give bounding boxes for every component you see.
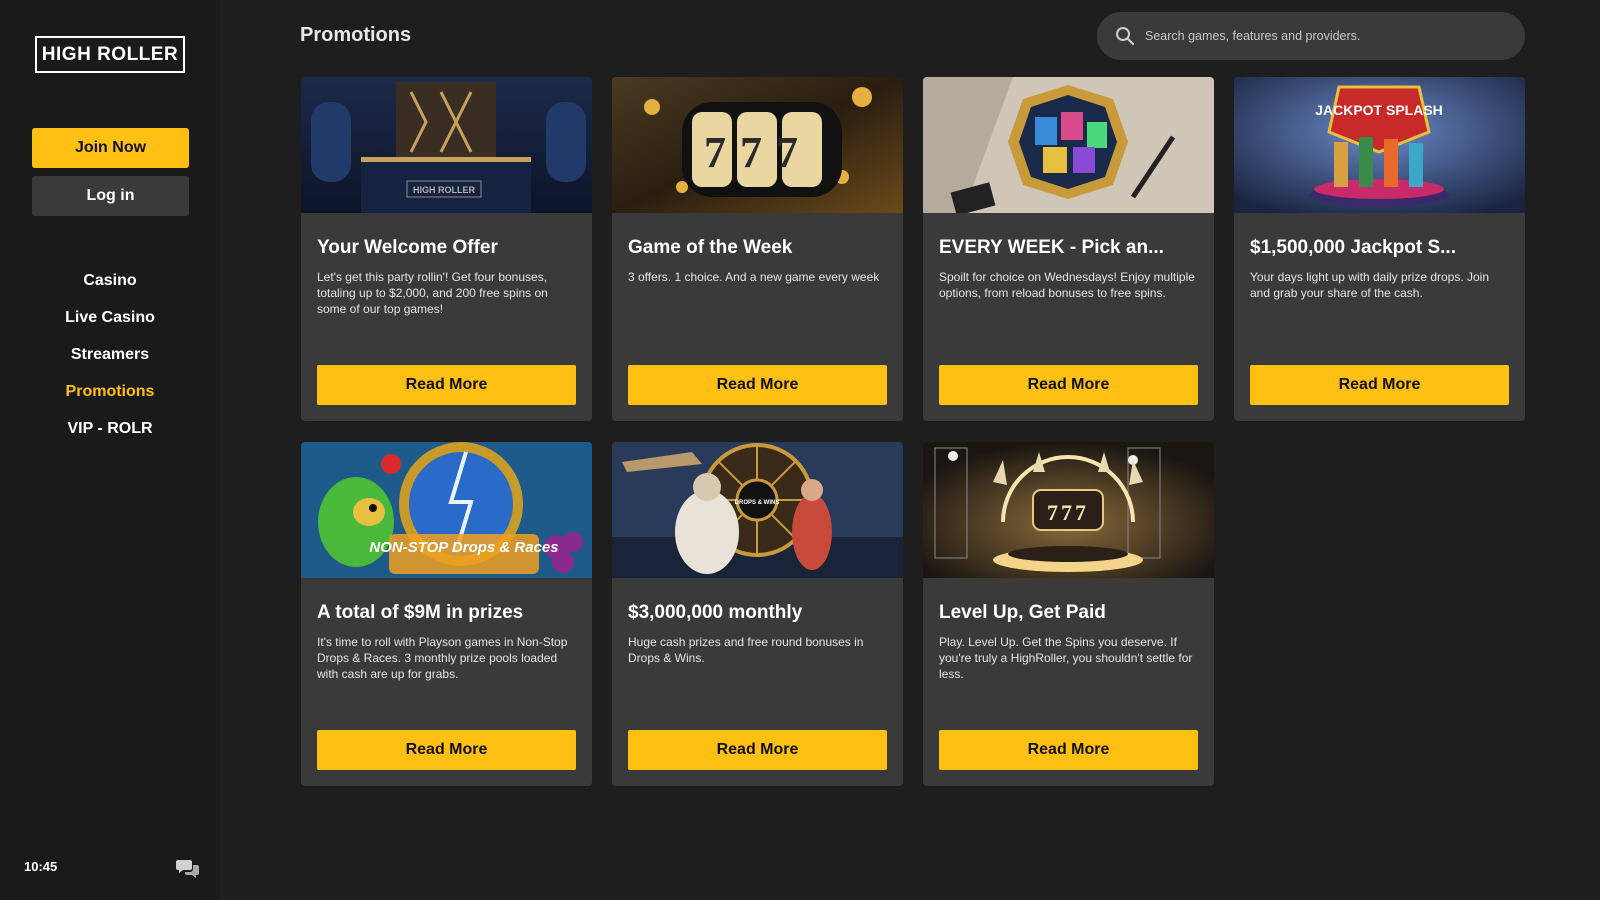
promo-image-drops-and-wins: DROPS & WINS: [612, 442, 903, 578]
read-more-button[interactable]: Read More: [628, 730, 887, 770]
promo-card-drops-and-wins[interactable]: DROPS & WINS $3,000,000 monthly Huge cas…: [612, 442, 903, 786]
read-more-button[interactable]: Read More: [1250, 365, 1509, 405]
promo-description: Play. Level Up. Get the Spins you deserv…: [939, 635, 1193, 681]
promo-title: Game of the Week: [628, 237, 793, 258]
image-drops-wins-text: DROPS & WINS: [735, 500, 780, 506]
promo-title: A total of $9M in prizes: [317, 602, 524, 623]
promo-description: Spoilt for choice on Wednesdays! Enjoy m…: [939, 270, 1195, 300]
join-now-button[interactable]: Join Now: [32, 128, 189, 168]
read-more-button[interactable]: Read More: [317, 365, 576, 405]
read-more-button[interactable]: Read More: [317, 730, 576, 770]
promo-image-jackpot-splash: JACKPOT SPLASH: [1234, 77, 1525, 213]
read-more-button[interactable]: Read More: [939, 365, 1198, 405]
promo-title: Level Up, Get Paid: [939, 602, 1106, 623]
sidebar: HIGH ROLLER Join Now Log in Casino Live …: [0, 0, 220, 900]
promo-description: Your days light up with daily prize drop…: [1250, 270, 1490, 300]
search-bar[interactable]: [1097, 12, 1525, 60]
image-jackpot-text: JACKPOT SPLASH: [1315, 102, 1443, 118]
page-title: Promotions: [300, 24, 412, 46]
promo-title: EVERY WEEK - Pick an...: [939, 237, 1164, 258]
promo-image-game-box: [923, 77, 1214, 213]
chat-icon[interactable]: [176, 857, 200, 879]
promo-card-welcome-offer[interactable]: HIGH ROLLER Your Welcome Offer Let's get…: [301, 77, 592, 421]
image-777-text: 777: [704, 128, 812, 177]
nav-item-promotions[interactable]: Promotions: [0, 373, 220, 410]
log-in-button[interactable]: Log in: [32, 176, 189, 216]
promo-card-non-stop-drops[interactable]: NON-STOP Drops & Races A total of $9M in…: [301, 442, 592, 786]
nav-item-live-casino[interactable]: Live Casino: [0, 299, 220, 336]
promo-image-welcome-offer: HIGH ROLLER: [301, 77, 592, 213]
nav-item-streamers[interactable]: Streamers: [0, 336, 220, 373]
promo-description: Let's get this party rollin'! Get four b…: [317, 270, 548, 316]
image-non-stop-text: NON-STOP Drops & Races: [369, 539, 558, 556]
promo-image-level-up: 777: [923, 442, 1214, 578]
promo-title: $3,000,000 monthly: [628, 602, 803, 623]
promo-card-level-up[interactable]: 777 Level Up, Get Paid Play. Level Up. G…: [923, 442, 1214, 786]
clock: 10:45: [24, 859, 58, 874]
promo-title: Your Welcome Offer: [317, 237, 498, 258]
promo-card-every-week[interactable]: EVERY WEEK - Pick an... Spoilt for choic…: [923, 77, 1214, 421]
nav-item-casino[interactable]: Casino: [0, 262, 220, 299]
promo-description: Huge cash prizes and free round bonuses …: [628, 635, 864, 665]
image-777-text: 777: [1047, 500, 1089, 525]
promo-description: It's time to roll with Playson games in …: [317, 635, 568, 681]
image-logo-text: HIGH ROLLER: [413, 185, 475, 195]
promo-image-slot-reels: 777: [612, 77, 903, 213]
promo-title: $1,500,000 Jackpot S...: [1250, 237, 1456, 258]
read-more-button[interactable]: Read More: [628, 365, 887, 405]
promo-description: 3 offers. 1 choice. And a new game every…: [628, 270, 880, 284]
promo-card-jackpot-splash[interactable]: JACKPOT SPLASH $1,500,000 Jackpot S... Y…: [1234, 77, 1525, 421]
read-more-button[interactable]: Read More: [939, 730, 1198, 770]
nav-item-vip-rolr[interactable]: VIP - ROLR: [0, 410, 220, 447]
high-roller-logo[interactable]: HIGH ROLLER: [35, 36, 185, 73]
main-nav: Casino Live Casino Streamers Promotions …: [0, 262, 220, 447]
promo-image-non-stop-drops: NON-STOP Drops & Races: [301, 442, 592, 578]
search-icon: [1115, 26, 1135, 46]
search-input[interactable]: [1145, 29, 1505, 43]
promo-card-game-of-the-week[interactable]: 777 Game of the Week 3 offers. 1 choice.…: [612, 77, 903, 421]
